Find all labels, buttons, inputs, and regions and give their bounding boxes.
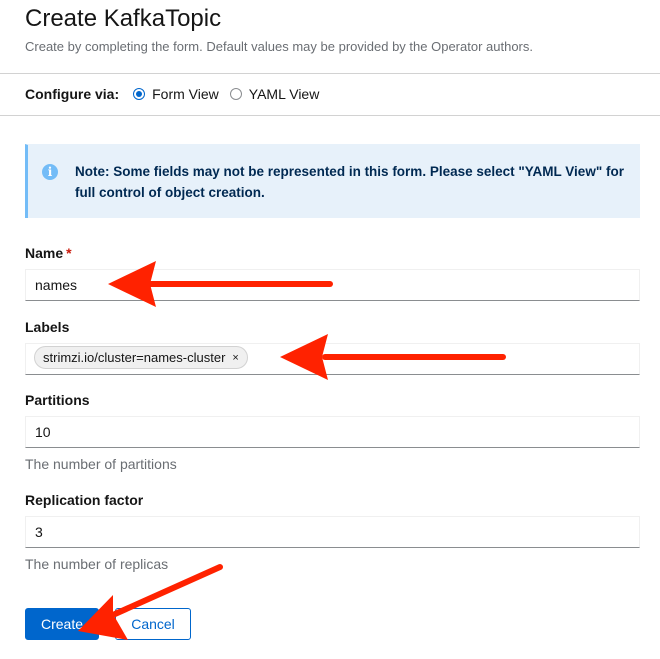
partitions-input[interactable]: 10	[25, 416, 640, 448]
name-input[interactable]: names	[25, 269, 640, 301]
page-title: Create KafkaTopic	[25, 5, 222, 32]
labels-label: Labels	[25, 319, 70, 335]
radio-button-yaml-view[interactable]	[229, 88, 242, 100]
partitions-label: Partitions	[25, 392, 90, 408]
radio-label-form-view[interactable]: Form View	[152, 86, 219, 102]
label-chip-text: strimzi.io/cluster=names-cluster	[43, 350, 226, 365]
radio-button-form-view[interactable]	[133, 88, 146, 100]
alert-text: Note: Some fields may not be represented…	[75, 164, 624, 200]
chip-close-icon[interactable]: ×	[232, 352, 238, 364]
radio-label-yaml-view[interactable]: YAML View	[249, 86, 320, 102]
divider	[0, 73, 660, 74]
info-icon: i	[42, 164, 58, 180]
label-chip: strimzi.io/cluster=names-cluster ×	[34, 346, 248, 369]
name-label-text: Name	[25, 245, 64, 261]
page-subtitle: Create by completing the form. Default v…	[25, 39, 533, 54]
partitions-helper: The number of partitions	[25, 456, 177, 472]
replication-factor-input[interactable]: 3	[25, 516, 640, 548]
divider	[0, 115, 660, 116]
required-indicator: *	[66, 245, 72, 261]
info-alert: i Note: Some fields may not be represent…	[25, 144, 640, 218]
replication-factor-label: Replication factor	[25, 492, 144, 508]
replication-factor-helper: The number of replicas	[25, 556, 169, 572]
configure-via-label: Configure via:	[25, 86, 120, 102]
radio-yaml-view[interactable]: YAML View	[229, 86, 320, 102]
create-button[interactable]: Create	[25, 608, 99, 640]
configure-via-row: Configure via: Form View YAML View	[25, 85, 330, 103]
name-label: Name *	[25, 245, 72, 261]
radio-form-view[interactable]: Form View	[133, 86, 219, 102]
cancel-button[interactable]: Cancel	[115, 608, 191, 640]
